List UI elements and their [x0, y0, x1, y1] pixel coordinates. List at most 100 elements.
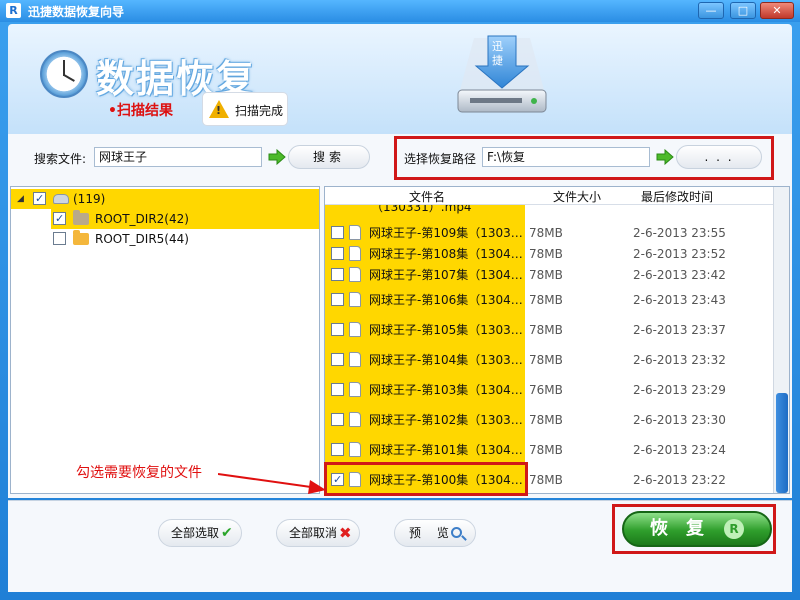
file-name: 网球王子-第104集（1303…: [369, 353, 523, 367]
row-checkbox[interactable]: [331, 413, 344, 426]
file-size: 78MB: [529, 226, 563, 240]
table-row[interactable]: 网球王子-第104集（1303… 78MB 2-6-2013 23:32: [325, 350, 773, 370]
file-list: 文件名 文件大小 最后修改时间 （130331）.mp4 网球王子-第109集（…: [324, 186, 790, 494]
file-name: 网球王子-第105集（1303…: [369, 323, 523, 337]
file-icon: [349, 382, 361, 397]
file-icon: [349, 322, 361, 337]
column-header-name[interactable]: 文件名: [409, 188, 445, 205]
tree-item-root-dir5[interactable]: ROOT_DIR5(44): [51, 229, 319, 249]
drive-label: 迅捷: [492, 40, 503, 67]
table-row[interactable]: 网球王子-第102集（1303… 78MB 2-6-2013 23:30: [325, 410, 773, 430]
row-checkbox[interactable]: [331, 323, 344, 336]
file-size: 76MB: [529, 383, 563, 397]
go-arrow-icon: [268, 149, 286, 165]
row-checkbox[interactable]: [331, 353, 344, 366]
column-header-date[interactable]: 最后修改时间: [641, 188, 713, 205]
folder-tree: ◢ (119) ROOT_DIR2(42) ROOT_DIR5(44): [10, 186, 320, 494]
tree-item-label: ROOT_DIR5(44): [95, 232, 189, 246]
main-area: ◢ (119) ROOT_DIR2(42) ROOT_DIR5(44) 文件名 …: [8, 182, 792, 498]
table-row[interactable]: 网球王子-第106集（1304… 78MB 2-6-2013 23:43: [325, 290, 773, 310]
file-size: 78MB: [529, 413, 563, 427]
file-size: 78MB: [529, 323, 563, 337]
window-title: 迅捷数据恢复向导: [28, 5, 125, 19]
folder-icon: [73, 230, 89, 245]
table-row[interactable]: 网球王子-第101集（1304… 78MB 2-6-2013 23:24: [325, 440, 773, 460]
file-name: 网球王子-第103集（1304…: [369, 383, 523, 397]
search-input[interactable]: 网球王子: [94, 147, 262, 167]
tree-item-label: ROOT_DIR2(42): [95, 212, 189, 226]
file-date: 2-6-2013 23:55: [633, 226, 726, 240]
tree-checkbox-root[interactable]: [33, 189, 46, 209]
column-header-size[interactable]: 文件大小: [553, 188, 601, 205]
tree-checkbox-root-dir2[interactable]: [53, 209, 66, 229]
file-size: 78MB: [529, 443, 563, 457]
scan-result-label: •扫描结果: [108, 103, 173, 119]
tree-item-root[interactable]: ◢ (119): [11, 189, 319, 209]
table-row[interactable]: 网球王子-第108集（1304… 78MB 2-6-2013 23:52: [325, 244, 773, 264]
file-date: 2-6-2013 23:24: [633, 443, 726, 457]
file-date: 2-6-2013 23:42: [633, 268, 726, 282]
deselect-all-button[interactable]: 全部取消 ✖: [276, 519, 360, 547]
vertical-scrollbar[interactable]: [773, 187, 789, 493]
clock-icon: [40, 50, 88, 98]
annotation-arrow-icon: [218, 473, 326, 494]
check-icon: ✔: [221, 525, 233, 541]
table-row[interactable]: 网球王子-第105集（1303… 78MB 2-6-2013 23:37: [325, 320, 773, 340]
row-checkbox[interactable]: [331, 383, 344, 396]
table-row[interactable]: 网球王子-第109集（1303… 78MB 2-6-2013 23:55: [325, 223, 773, 243]
x-icon: ✖: [339, 524, 352, 542]
file-date: 2-6-2013 23:30: [633, 413, 726, 427]
recover-button-highlight: [612, 504, 776, 554]
warning-mark: !: [216, 104, 222, 117]
select-all-label: 全部选取: [171, 526, 220, 540]
search-label: 搜索文件:: [34, 152, 87, 166]
file-date: 2-6-2013 23:37: [633, 323, 726, 337]
file-date: 2-6-2013 23:52: [633, 247, 726, 261]
preview-label: 预 览: [409, 526, 455, 540]
file-date: 2-6-2013 23:22: [633, 473, 726, 487]
magnifier-icon: [451, 527, 462, 538]
row-checkbox[interactable]: [331, 268, 344, 281]
instruction-annotation: 勾选需要恢复的文件: [76, 465, 202, 481]
table-row[interactable]: 网球王子-第103集（1304… 76MB 2-6-2013 23:29: [325, 380, 773, 400]
row-checkbox[interactable]: [331, 247, 344, 260]
collapse-icon[interactable]: ◢: [17, 189, 24, 209]
app-window: R 迅捷数据恢复向导 — □ ✕ 数据恢复 •扫描结果 ! 扫描完成 迅捷 搜索…: [0, 0, 800, 600]
row-checkbox[interactable]: [331, 293, 344, 306]
tree-checkbox-root-dir5[interactable]: [53, 232, 66, 245]
app-logo-icon: R: [6, 3, 21, 18]
file-icon: [349, 352, 361, 367]
file-icon: [349, 442, 361, 457]
file-date: 2-6-2013 23:32: [633, 353, 726, 367]
header-banner: 数据恢复 •扫描结果 ! 扫描完成 迅捷: [8, 24, 792, 134]
row-checkbox[interactable]: [331, 226, 344, 239]
search-button[interactable]: 搜索: [288, 145, 370, 169]
file-icon: [349, 292, 361, 307]
file-date: 2-6-2013 23:43: [633, 293, 726, 307]
restore-path-highlight: [394, 136, 774, 180]
minimize-button[interactable]: —: [698, 2, 724, 19]
deselect-all-label: 全部取消: [289, 526, 338, 540]
table-row[interactable]: 网球王子-第107集（1304… 78MB 2-6-2013 23:42: [325, 265, 773, 285]
file-icon: [349, 412, 361, 427]
scrollbar-thumb[interactable]: [776, 393, 788, 493]
file-size: 78MB: [529, 247, 563, 261]
maximize-button[interactable]: □: [730, 2, 756, 19]
list-header: 文件名 文件大小 最后修改时间: [325, 187, 773, 205]
file-size: 78MB: [529, 268, 563, 282]
file-name: 网球王子-第108集（1304…: [369, 247, 523, 261]
drive-icon: [53, 194, 69, 204]
row-checkbox[interactable]: [331, 443, 344, 456]
file-icon: [349, 267, 361, 282]
title-bar: R 迅捷数据恢复向导 — □ ✕: [0, 0, 800, 22]
file-name: 网球王子-第107集（1304…: [369, 268, 523, 282]
file-icon: [349, 225, 361, 240]
preview-button[interactable]: 预 览: [394, 519, 476, 547]
file-date: 2-6-2013 23:29: [633, 383, 726, 397]
select-all-button[interactable]: 全部选取 ✔: [158, 519, 242, 547]
close-button[interactable]: ✕: [760, 2, 794, 19]
file-size: 78MB: [529, 473, 563, 487]
file-size: 78MB: [529, 293, 563, 307]
file-name: 网球王子-第101集（1304…: [369, 443, 523, 457]
tree-item-root-dir2[interactable]: ROOT_DIR2(42): [51, 209, 319, 229]
